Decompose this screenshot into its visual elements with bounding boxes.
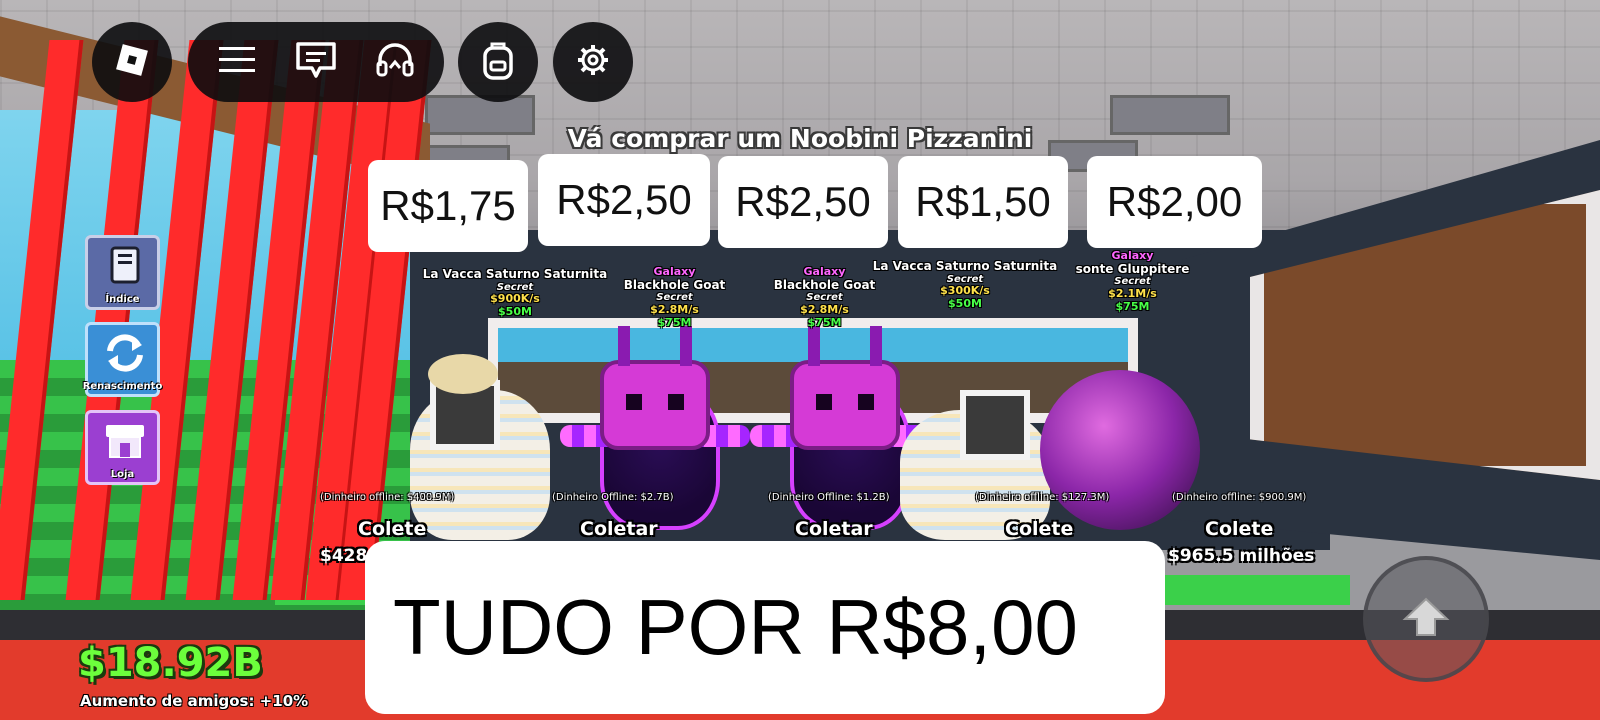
money-display: $18.92B [78,640,263,686]
collect-amount: $428 [320,546,368,566]
price-card: R$1,50 [898,156,1068,248]
brainrot-price: $75M [1115,299,1150,313]
offline-earnings: (Dinheiro offline: $400.9M) [320,492,455,503]
brainrot-billboard: La Vacca Saturno Saturnita Secret $300K/… [870,259,1060,311]
price-card: R$2,50 [538,154,710,246]
menu-button[interactable] [202,27,272,97]
brainrot-price: $50M [498,304,532,318]
price-card: R$2,50 [718,156,888,248]
topbar-group [188,22,444,102]
brainrot-model-saturnita[interactable] [410,340,550,540]
friend-boost: Aumento de amigos: +10% [80,692,309,710]
settings-button[interactable] [553,22,633,102]
brainrot-billboard: La Vacca Saturno Saturnita Secret $900K/… [420,267,610,319]
brainrot-rarity: Galaxy [653,265,696,278]
brainrot-name: Blackhole Goat [623,277,726,292]
side-menu-label: Renascimento [82,381,163,392]
brainrot-billboard: Galaxy Blackhole Goat Secret $2.8M/s $75… [762,265,887,329]
offline-earnings: (Dinheiro offline: $900.9M) [1172,492,1307,503]
brainrot-name: La Vacca Saturno Saturnita [872,259,1058,273]
bundle-price-text: TUDO POR R$8,00 [393,583,1078,671]
collect-button[interactable]: Colete [1205,518,1273,540]
roblox-logo-icon [113,41,151,83]
collect-button[interactable]: Colete [358,518,426,540]
price-card: R$1,75 [368,160,528,252]
menu-icon [217,44,257,80]
offline-earnings: (Dinheiro offline: $127.3M) [975,492,1110,503]
brainrot-price: $75M [657,315,692,329]
brainrot-rarity: Galaxy [803,265,846,278]
chat-button[interactable] [281,27,351,97]
green-pad [1150,575,1350,605]
chat-icon [294,40,338,84]
ceiling-beam [425,95,535,135]
brainrot-price: $75M [807,315,842,329]
brainrot-rarity: Galaxy [1111,249,1154,262]
backpack-icon [481,40,515,84]
bundle-offer: TUDO POR R$8,00 [365,541,1165,714]
shop-icon [102,421,148,464]
ceiling-beam [1110,95,1230,135]
collect-button[interactable]: Coletar [580,518,658,540]
rebirth-arrows-icon [102,331,148,378]
index-button[interactable]: Índice [85,235,160,310]
jump-arrow-icon [1401,595,1451,643]
brainrot-name: sonte Gluppitere [1075,261,1190,276]
brainrot-name: La Vacca Saturno Saturnita [422,267,608,281]
brainrot-model-gluppitere[interactable] [1040,370,1200,530]
brainrot-rate: $2.1M/s [1108,286,1157,300]
brainrot-price: $50M [948,296,982,310]
quest-prompt: Vá comprar um Noobini Pizzanini [567,124,1033,153]
side-menu-label: Índice [105,294,140,305]
settings-gear-icon [576,43,610,81]
brainrot-rate: $2.8M/s [650,302,699,316]
voice-button[interactable] [360,27,430,97]
shop-button[interactable]: Loja [85,410,160,485]
brainrot-billboard: Galaxy Blackhole Goat Secret $2.8M/s $75… [612,265,737,329]
voice-headset-icon [374,40,416,84]
roblox-menu-button[interactable] [92,22,172,102]
offline-earnings: (Dinheiro Offline: $2.7B) [552,492,674,503]
jump-button[interactable] [1363,556,1489,682]
side-menu-label: Loja [110,469,135,480]
backpack-button[interactable] [458,22,538,102]
collect-button[interactable]: Coletar [795,518,873,540]
offline-earnings: (Dinheiro Offline: $1.2B) [768,492,890,503]
brainrot-billboard: Galaxy sonte Gluppitere Secret $2.1M/s $… [1065,249,1200,313]
book-icon [106,246,144,289]
collect-amount: $965.5 milhões [1168,546,1315,566]
price-card: R$2,00 [1087,156,1262,248]
brainrot-name: Blackhole Goat [773,277,876,292]
rebirth-button[interactable]: Renascimento [82,322,163,397]
brainrot-rate: $2.8M/s [800,302,849,316]
collect-button[interactable]: Colete [1005,518,1073,540]
brainrot-model-saturnita[interactable] [900,380,1050,540]
